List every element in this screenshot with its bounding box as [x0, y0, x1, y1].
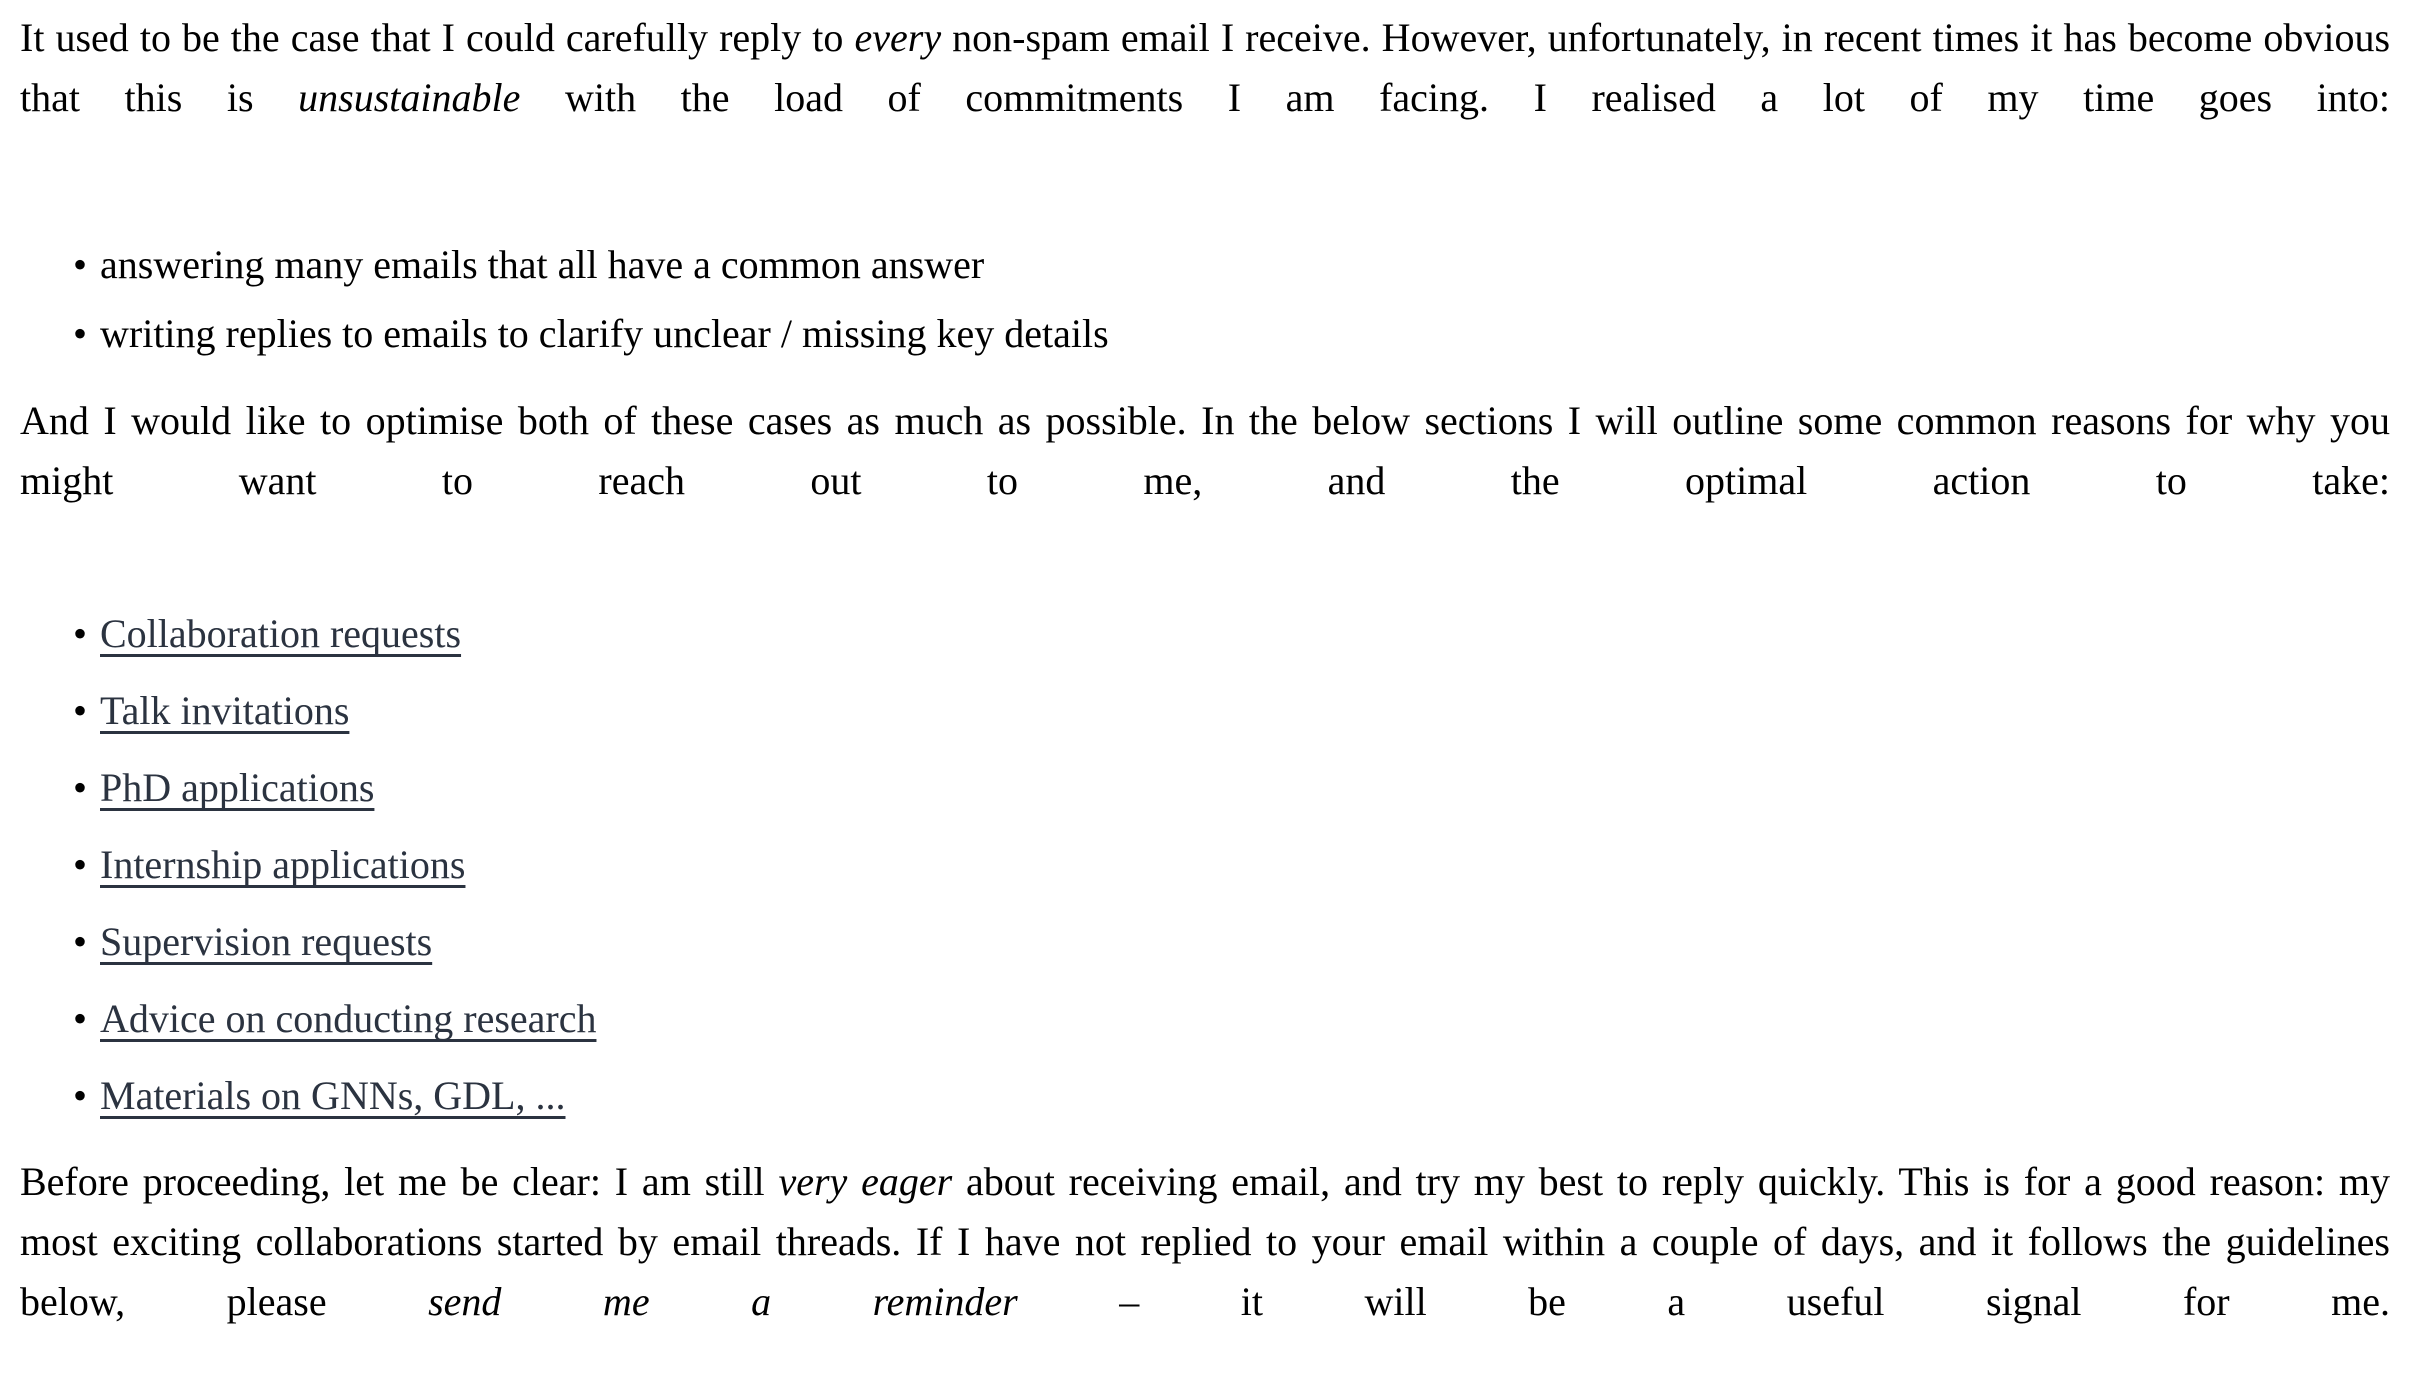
list-item: • Internship applications [20, 840, 2390, 889]
bullet-icon: • [73, 996, 88, 1041]
list-item-label: answering many emails that all have a co… [100, 242, 985, 287]
time-sinks-list: • answering many emails that all have a c… [20, 240, 2390, 358]
paragraph-intro-text-3: with the load of commitments I am facing… [520, 75, 2391, 120]
paragraph-intro-emphasis-1: every [854, 15, 942, 60]
link-phd-applications[interactable]: PhD applications [100, 765, 374, 810]
paragraph-closing: Before proceeding, let me be clear: I am… [20, 1152, 2390, 1392]
document-page: It used to be the case that I could care… [0, 8, 2410, 1324]
bullet-icon: • [73, 919, 88, 964]
paragraph-intro: It used to be the case that I could care… [20, 8, 2390, 188]
bullet-icon: • [73, 242, 88, 287]
paragraph-closing-text-3: – it will be a useful signal for me. [1017, 1279, 2390, 1324]
list-item: • Advice on conducting research [20, 994, 2390, 1043]
list-item: • Materials on GNNs, GDL, ... [20, 1071, 2390, 1120]
list-item: • Talk invitations [20, 686, 2390, 735]
link-talk-invitations[interactable]: Talk invitations [100, 688, 349, 733]
paragraph-closing-emphasis-2: send me a reminder [428, 1279, 1018, 1324]
paragraph-intro-text-1: It used to be the case that I could care… [20, 15, 855, 60]
paragraph-closing-emphasis-1: very eager [778, 1159, 953, 1204]
reasons-link-list: • Collaboration requests • Talk invitation… [20, 609, 2390, 1120]
bullet-icon: • [73, 765, 88, 810]
paragraph-intro-emphasis-2: unsustainable [298, 75, 521, 120]
list-item: • PhD applications [20, 763, 2390, 812]
link-materials-on-gnns-gdl[interactable]: Materials on GNNs, GDL, ... [100, 1073, 566, 1118]
link-collaboration-requests[interactable]: Collaboration requests [100, 611, 461, 656]
link-advice-on-conducting-research[interactable]: Advice on conducting research [100, 996, 596, 1041]
bullet-icon: • [73, 1073, 88, 1118]
bullet-icon: • [73, 688, 88, 733]
link-internship-applications[interactable]: Internship applications [100, 842, 465, 887]
list-item: • Supervision requests [20, 917, 2390, 966]
bullet-icon: • [73, 311, 88, 356]
list-item: • writing replies to emails to clarify un… [20, 309, 2390, 358]
paragraph-closing-text-1: Before proceeding, let me be clear: I am… [20, 1159, 779, 1204]
paragraph-optimise: And I would like to optimise both of the… [20, 398, 2390, 503]
list-item-label: writing replies to emails to clarify unc… [100, 311, 1109, 356]
link-supervision-requests[interactable]: Supervision requests [100, 919, 432, 964]
bullet-icon: • [73, 611, 88, 656]
list-item: • answering many emails that all have a c… [20, 240, 2390, 289]
bullet-icon: • [73, 842, 88, 887]
list-item: • Collaboration requests [20, 609, 2390, 658]
